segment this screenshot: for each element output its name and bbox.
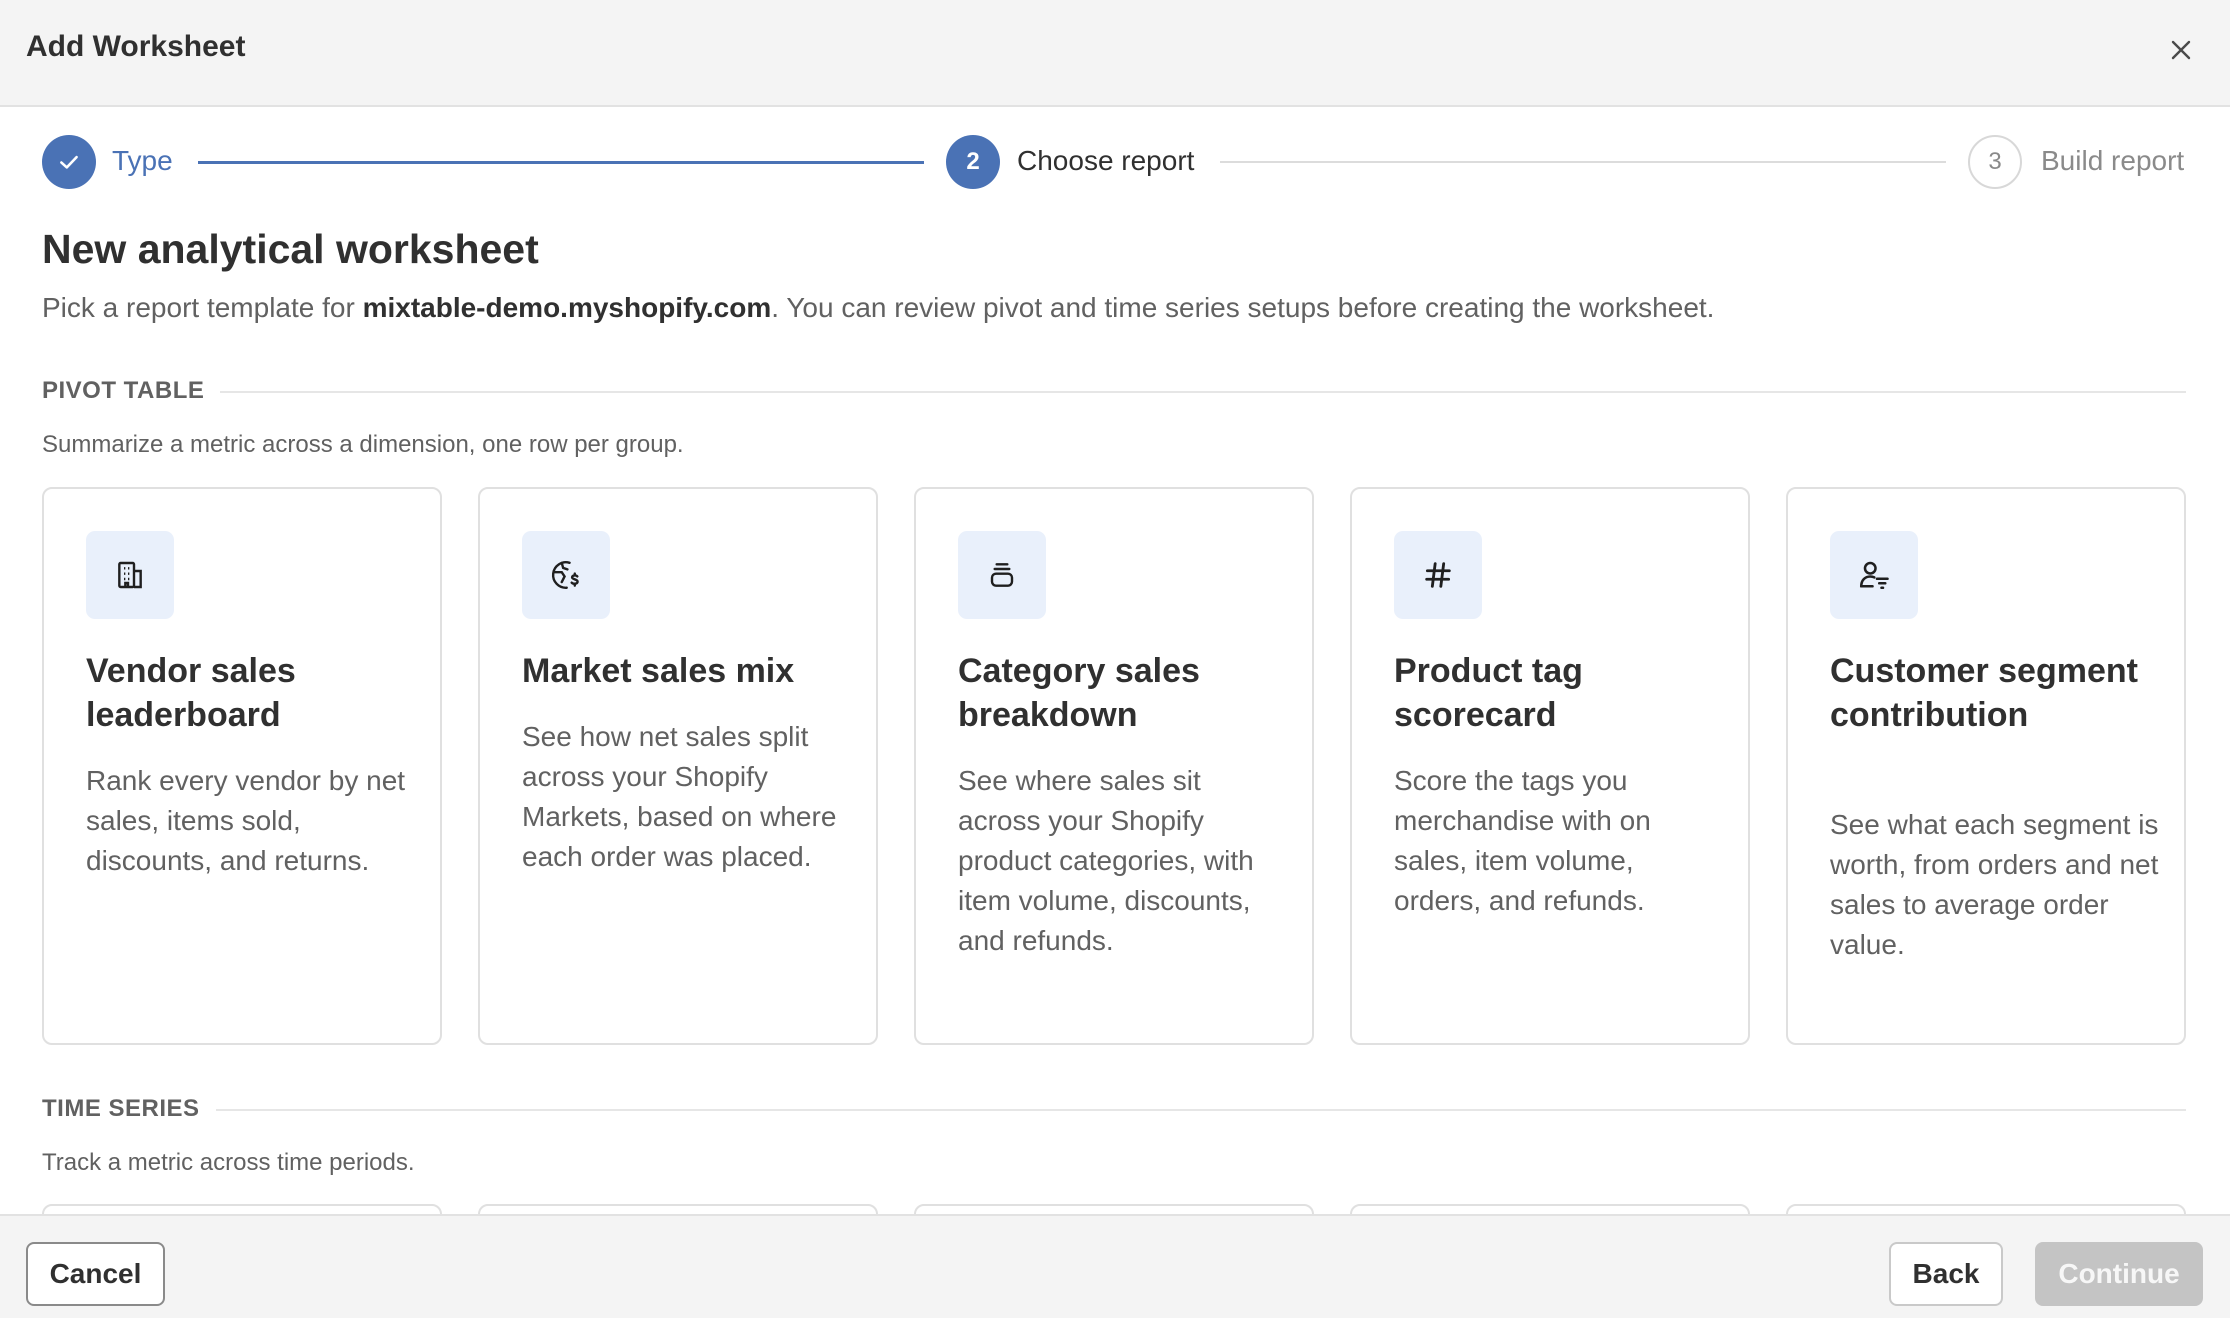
step-connector [198, 161, 924, 164]
template-card-market-sales[interactable]: Market sales mix See how net sales split… [478, 487, 878, 1045]
subtitle-suffix: . You can review pivot and time series s… [771, 292, 1715, 323]
section-heading: TIME SERIES [42, 1095, 216, 1123]
stack-icon [990, 563, 1014, 587]
card-icon-tile [1830, 531, 1918, 619]
page-title: New analytical worksheet [42, 226, 539, 272]
close-icon [2171, 40, 2191, 60]
template-card-vendor-sales[interactable]: Vendor sales leaderboard Rank every vend… [42, 487, 442, 1045]
checkmark-icon [60, 155, 78, 169]
close-button[interactable] [2158, 27, 2204, 73]
globe-dollar-icon [551, 561, 579, 589]
section-heading: PIVOT TABLE [42, 377, 221, 405]
page-subtitle: Pick a report template for mixtable-demo… [42, 292, 2186, 324]
step-label: Choose report [1017, 145, 1195, 176]
dialog-header: Add Worksheet [0, 0, 2230, 107]
template-card-category-sales[interactable]: Category sales breakdown See where sales… [914, 487, 1314, 1045]
step-connector [1220, 161, 1946, 163]
time-series-section-header: TIME SERIES [42, 1095, 2186, 1125]
time-series-description: Track a metric across time periods. [42, 1149, 415, 1176]
section-divider [42, 391, 2186, 393]
step-complete-indicator [42, 135, 96, 189]
step-number: 3 [1968, 135, 2022, 189]
dialog-title: Add Worksheet [26, 30, 246, 63]
hashtag-icon [1425, 562, 1451, 588]
step-label: Type [112, 145, 173, 176]
subtitle-prefix: Pick a report template for [42, 292, 363, 323]
card-description: See how net sales split across your Shop… [522, 721, 837, 872]
add-worksheet-dialog: Add Worksheet Type 2 Choose report 3 Bui… [0, 0, 2230, 1318]
section-divider [42, 1109, 2186, 1111]
card-title: Vendor sales leaderboard [86, 652, 296, 734]
card-title: Market sales mix [522, 652, 795, 690]
card-icon-tile [1394, 531, 1482, 619]
stepper: Type 2 Choose report 3 Build report [42, 135, 2186, 189]
template-card-product-tag[interactable]: Product tag scorecard Score the tags you… [1350, 487, 1750, 1045]
continue-button[interactable]: Continue [2035, 1242, 2203, 1306]
card-description: See where sales sit across your Shopify … [958, 765, 1254, 956]
card-description: Score the tags you merchandise with on s… [1394, 765, 1651, 916]
dialog-footer: Cancel Back Continue [0, 1214, 2230, 1318]
card-title: Customer segment contribution [1830, 652, 2138, 734]
card-icon-tile [522, 531, 610, 619]
step-number: 2 [946, 135, 1000, 189]
back-button[interactable]: Back [1889, 1242, 2003, 1306]
card-description: Rank every vendor by net sales, items so… [86, 765, 406, 876]
step-label: Build report [2041, 145, 2185, 176]
pivot-table-description: Summarize a metric across a dimension, o… [42, 431, 684, 458]
card-title: Category sales breakdown [958, 652, 1200, 734]
card-icon-tile [86, 531, 174, 619]
card-description: See what each segment is worth, from ord… [1830, 809, 2159, 960]
store-domain: mixtable-demo.myshopify.com [362, 292, 772, 323]
template-card-customer-segment[interactable]: Customer segment contribution See what e… [1786, 487, 2186, 1045]
building-icon [118, 561, 142, 589]
pivot-table-section-header: PIVOT TABLE [42, 377, 2186, 407]
cancel-button[interactable]: Cancel [26, 1242, 165, 1306]
card-title: Product tag scorecard [1394, 652, 1583, 734]
user-filter-icon [1859, 561, 1889, 590]
card-icon-tile [958, 531, 1046, 619]
